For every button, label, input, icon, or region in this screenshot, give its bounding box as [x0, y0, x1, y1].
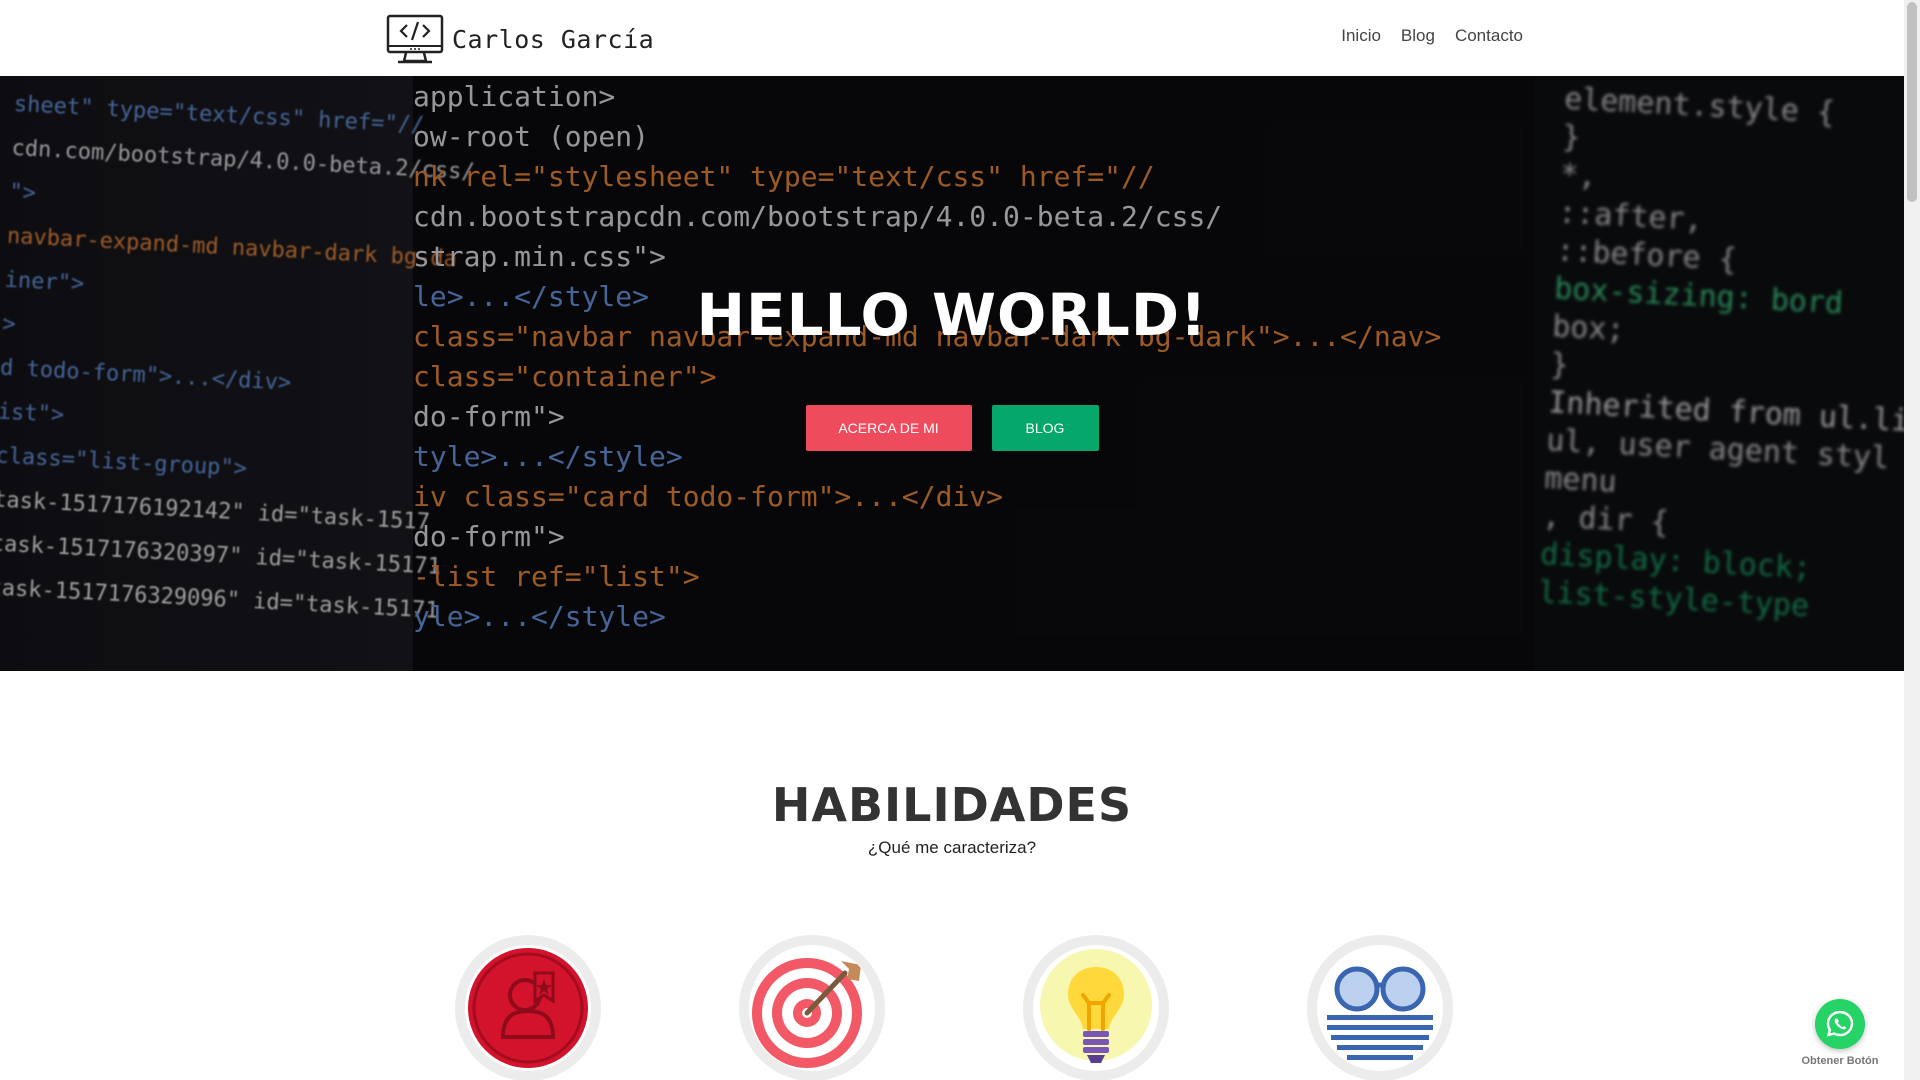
- target-dart-icon: [739, 935, 885, 1080]
- hero-title: HELLO WORLD!: [696, 281, 1208, 349]
- whatsapp-label[interactable]: Obtener Botón: [1790, 1055, 1890, 1067]
- monitor-code-icon: [386, 14, 444, 64]
- nav-blog[interactable]: Blog: [1401, 26, 1435, 46]
- hero-buttons: ACERCA DE MI BLOG: [0, 405, 1904, 451]
- page: Carlos García Inicio Blog Contacto sheet…: [0, 0, 1920, 1080]
- nav-contacto[interactable]: Contacto: [1455, 26, 1523, 46]
- skills-subtitle: ¿Qué me caracteriza?: [867, 838, 1037, 857]
- scrollbar-thumb[interactable]: [1907, 2, 1917, 202]
- nav-inicio[interactable]: Inicio: [1341, 26, 1381, 46]
- hero-overlay: [0, 76, 1904, 671]
- skills-title: HABILIDADES: [771, 778, 1133, 832]
- whatsapp-icon: [1826, 1010, 1854, 1037]
- whatsapp-button[interactable]: [1815, 999, 1865, 1049]
- brand-link[interactable]: Carlos García: [386, 14, 654, 64]
- lightbulb-icon: [1023, 935, 1169, 1080]
- page-scrollbar[interactable]: [1904, 0, 1920, 1080]
- hero-section: sheet" type="text/css" href="//cdn.com/b…: [0, 76, 1904, 671]
- glasses-icon: [1307, 935, 1453, 1080]
- main-nav: Inicio Blog Contacto: [1341, 26, 1523, 46]
- leader-badge-icon: [455, 935, 601, 1080]
- blog-button[interactable]: BLOG: [991, 405, 1099, 451]
- brand-name: Carlos García: [452, 24, 655, 54]
- about-me-button[interactable]: ACERCA DE MI: [805, 405, 972, 451]
- navbar: Carlos García Inicio Blog Contacto: [0, 0, 1904, 77]
